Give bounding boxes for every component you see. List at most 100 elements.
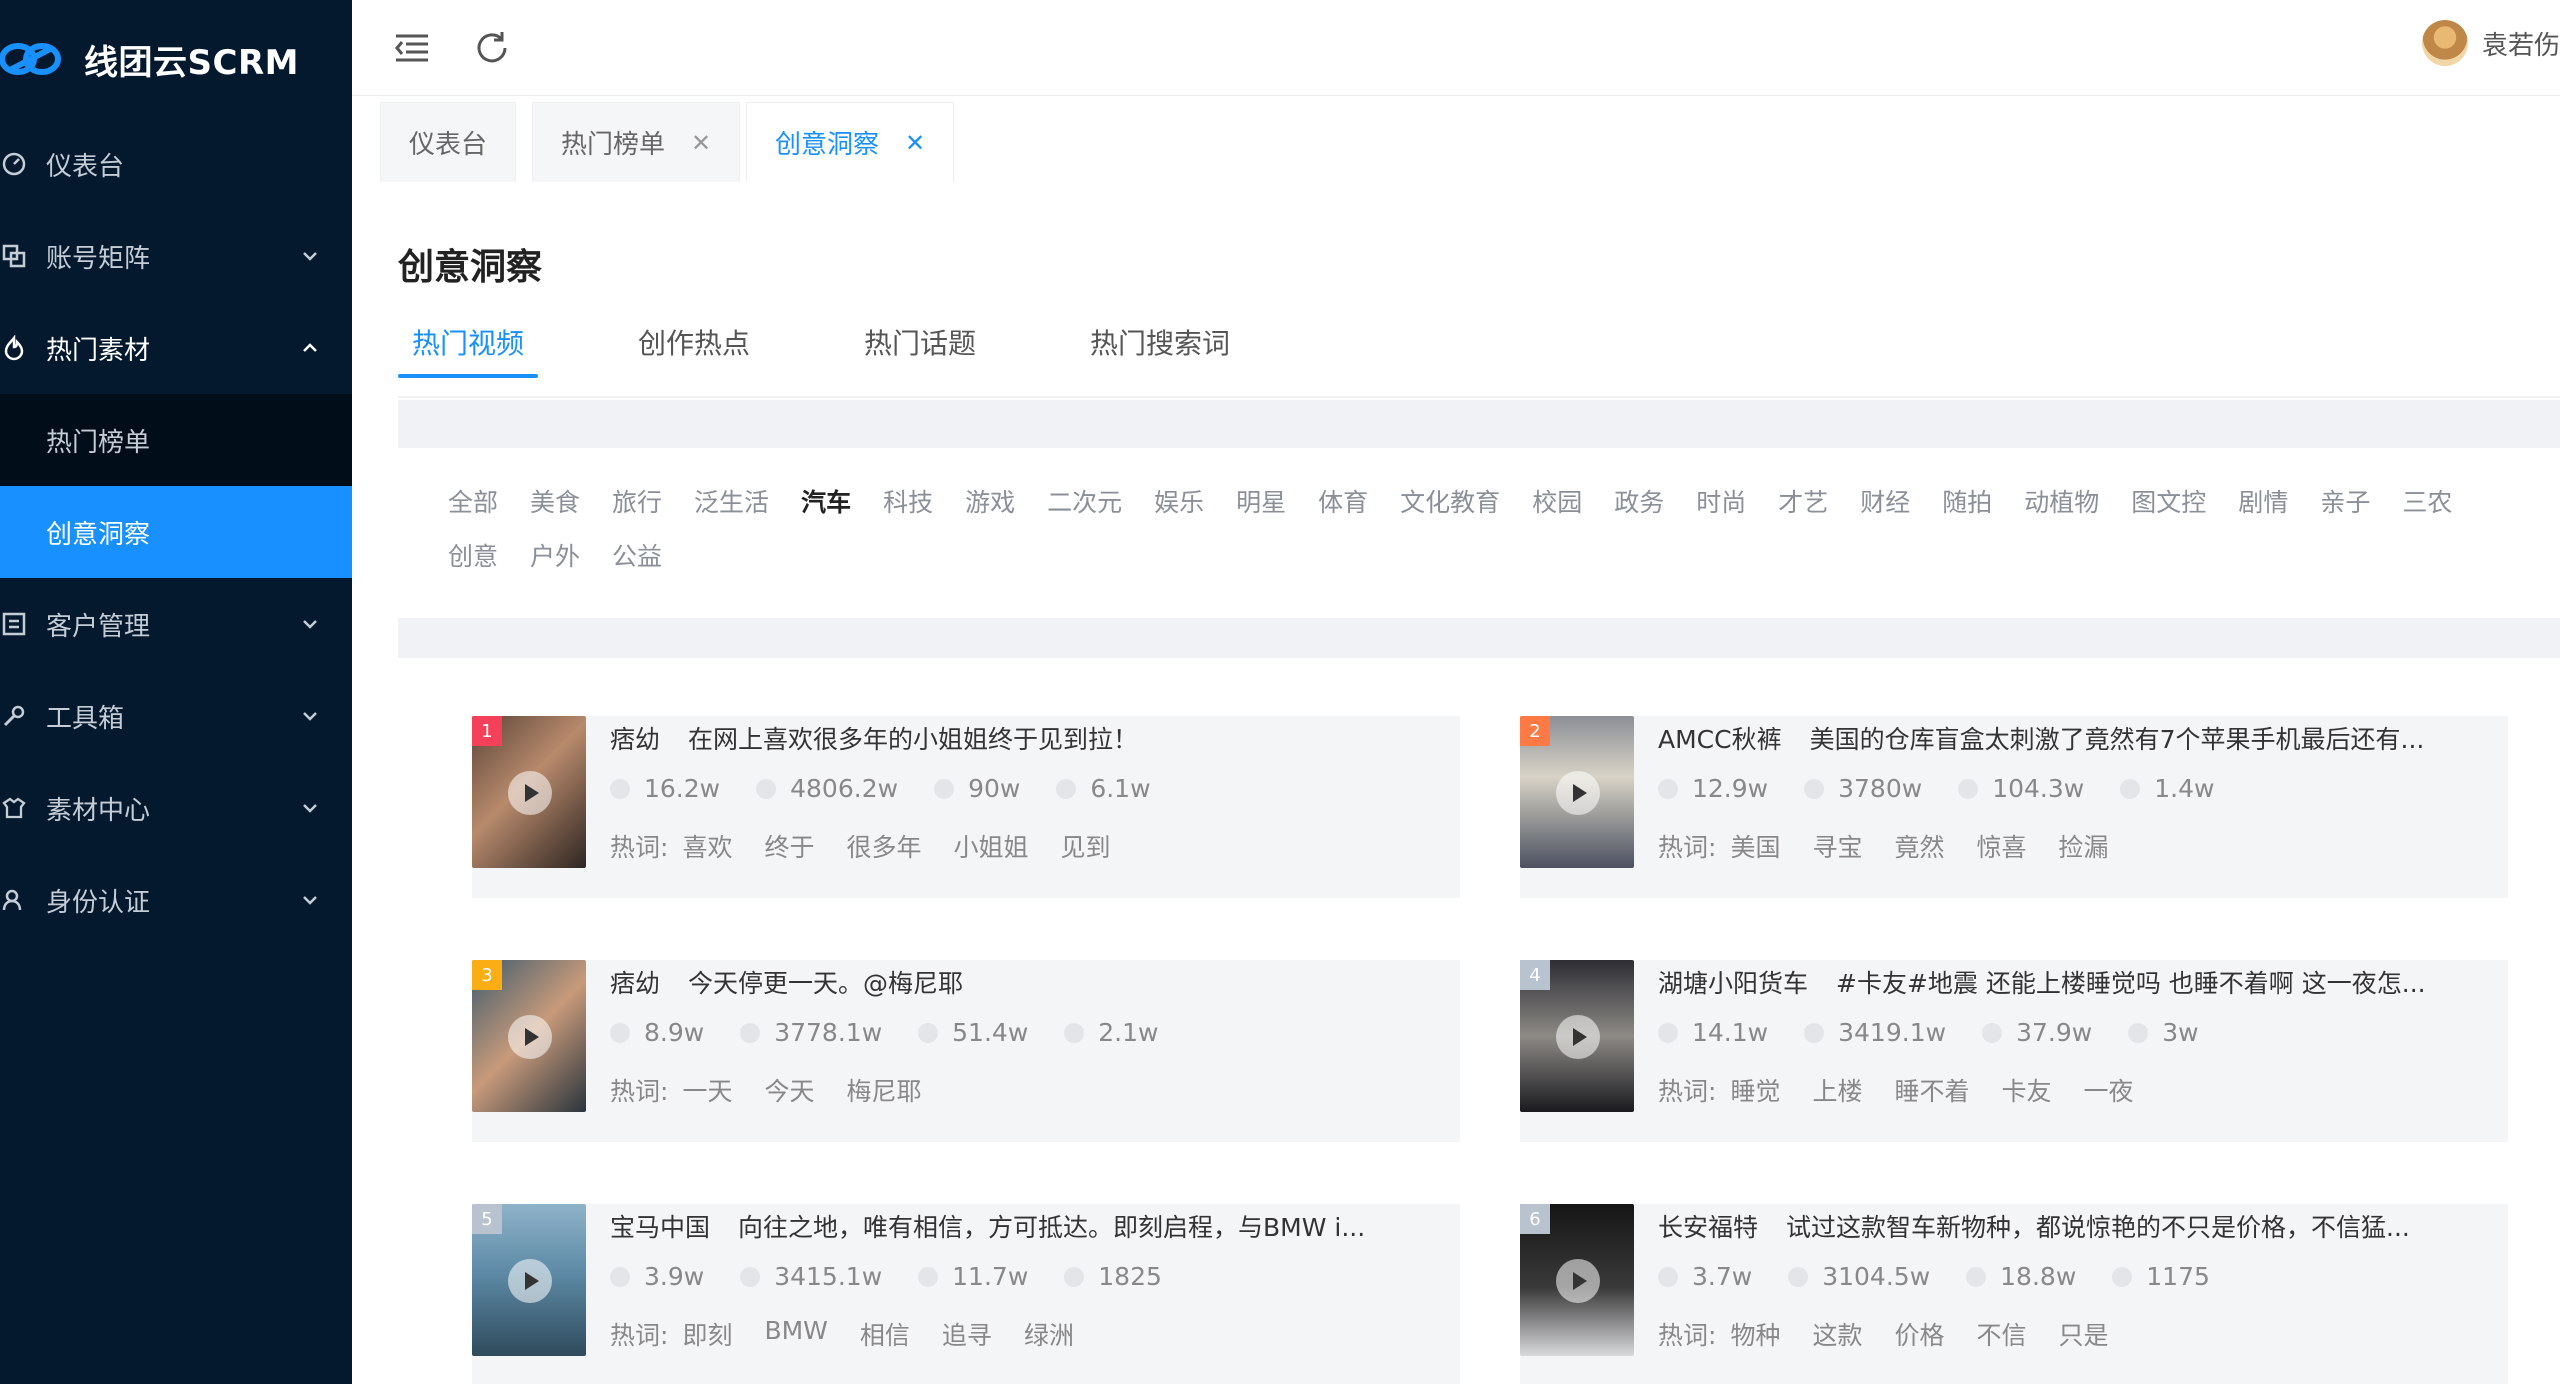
play-icon[interactable] bbox=[508, 1259, 552, 1303]
video-thumbnail[interactable]: 2 bbox=[1520, 716, 1634, 868]
keyword-tag[interactable]: 小姐姐 bbox=[953, 828, 1028, 864]
keyword-tag[interactable]: 追寻 bbox=[942, 1316, 992, 1352]
keyword-tag[interactable]: 卡友 bbox=[2001, 1072, 2051, 1108]
video-thumbnail[interactable]: 1 bbox=[472, 716, 586, 868]
category-option[interactable]: 娱乐 bbox=[1154, 476, 1204, 530]
category-option[interactable]: 汽车 bbox=[801, 476, 851, 530]
category-option[interactable]: 随拍 bbox=[1942, 476, 1992, 530]
category-option[interactable]: 文化教育 bbox=[1400, 476, 1500, 530]
video-title[interactable]: 痞幼 在网上喜欢很多年的小姐姐终于见到拉！ bbox=[610, 720, 1440, 756]
category-option[interactable]: 图文控 bbox=[2131, 476, 2206, 530]
keyword-tag[interactable]: 今天 bbox=[764, 1072, 814, 1108]
video-title[interactable]: AMCC秋裤 美国的仓库盲盒太刺激了竟然有7个苹果手机最后还有... bbox=[1658, 720, 2488, 756]
category-option[interactable]: 三农 bbox=[2402, 476, 2452, 530]
keyword-tag[interactable]: 不信 bbox=[1976, 1316, 2026, 1352]
category-option[interactable]: 财经 bbox=[1860, 476, 1910, 530]
sidebar-subitem-hot-list[interactable]: 热门榜单 bbox=[0, 394, 352, 486]
keyword-tag[interactable]: 睡觉 bbox=[1730, 1072, 1780, 1108]
keyword-tag[interactable]: 竟然 bbox=[1894, 828, 1944, 864]
keyword-tag[interactable]: 绿洲 bbox=[1024, 1316, 1074, 1352]
video-title[interactable]: 痞幼 今天停更一天。@梅尼耶 bbox=[610, 964, 1440, 1000]
category-option[interactable]: 明星 bbox=[1236, 476, 1286, 530]
category-option[interactable]: 才艺 bbox=[1778, 476, 1828, 530]
refresh-icon[interactable] bbox=[468, 24, 516, 72]
keyword-tag[interactable]: 终于 bbox=[764, 828, 814, 864]
sidebar-item-customer[interactable]: 客户管理 bbox=[0, 578, 352, 670]
keyword-tag[interactable]: 美国 bbox=[1730, 828, 1780, 864]
sidebar-subitem-creative-insight[interactable]: 创意洞察 bbox=[0, 486, 352, 578]
sidebar-item-material-center[interactable]: 素材中心 bbox=[0, 762, 352, 854]
keyword-tag[interactable]: 只是 bbox=[2059, 1316, 2109, 1352]
user-menu[interactable]: 袁若伤 bbox=[2421, 20, 2560, 66]
keyword-tag[interactable]: 见到 bbox=[1061, 828, 1111, 864]
collapse-menu-icon[interactable] bbox=[388, 24, 436, 72]
video-thumbnail[interactable]: 6 bbox=[1520, 1204, 1634, 1356]
video-item[interactable]: 5 宝马中国 向往之地，唯有相信，方可抵达。即刻启程，与BMW i... 3.9w 34… bbox=[472, 1204, 1460, 1384]
video-title[interactable]: 宝马中国 向往之地，唯有相信，方可抵达。即刻启程，与BMW i... bbox=[610, 1208, 1440, 1244]
keyword-tag[interactable]: 捡漏 bbox=[2059, 828, 2109, 864]
keyword-tag[interactable]: 喜欢 bbox=[682, 828, 732, 864]
play-icon[interactable] bbox=[1556, 1259, 1600, 1303]
category-option[interactable]: 动植物 bbox=[2024, 476, 2099, 530]
category-option[interactable]: 美食 bbox=[530, 476, 580, 530]
keyword-tag[interactable]: 很多年 bbox=[846, 828, 921, 864]
video-title[interactable]: 长安福特 试过这款智车新物种，都说惊艳的不只是价格，不信猛... bbox=[1658, 1208, 2488, 1244]
keyword-tag[interactable]: 惊喜 bbox=[1976, 828, 2026, 864]
keyword-tag[interactable]: 一天 bbox=[682, 1072, 732, 1108]
keyword-tag[interactable]: 相信 bbox=[860, 1316, 910, 1352]
video-thumbnail[interactable]: 5 bbox=[472, 1204, 586, 1356]
category-option[interactable]: 时尚 bbox=[1696, 476, 1746, 530]
close-icon[interactable]: ✕ bbox=[905, 129, 925, 157]
subtab-hot-search-terms[interactable]: 热门搜索词 bbox=[1076, 322, 1244, 378]
app-logo[interactable]: 线团云SCRM bbox=[0, 0, 352, 118]
category-option[interactable]: 校园 bbox=[1532, 476, 1582, 530]
tab-hot-list[interactable]: 热门榜单 ✕ bbox=[532, 102, 741, 182]
play-icon[interactable] bbox=[508, 771, 552, 815]
sidebar-item-identity[interactable]: 身份认证 bbox=[0, 854, 352, 946]
category-option[interactable]: 旅行 bbox=[612, 476, 662, 530]
tab-dashboard[interactable]: 仪表台 bbox=[380, 102, 517, 182]
category-option[interactable]: 户外 bbox=[530, 530, 580, 584]
keyword-tag[interactable]: 这款 bbox=[1812, 1316, 1862, 1352]
video-item[interactable]: 1 痞幼 在网上喜欢很多年的小姐姐终于见到拉！ 16.2w 4806.2w 90w 6.1w… bbox=[472, 716, 1460, 898]
category-option[interactable]: 科技 bbox=[883, 476, 933, 530]
category-option[interactable]: 全部 bbox=[448, 476, 498, 530]
sidebar-item-hot-material[interactable]: 热门素材 bbox=[0, 302, 352, 394]
keyword-tag[interactable]: 梅尼耶 bbox=[846, 1072, 921, 1108]
video-title[interactable]: 湖塘小阳货车 #卡友#地震 还能上楼睡觉吗 也睡不着啊 这一夜怎... bbox=[1658, 964, 2488, 1000]
tab-creative-insight[interactable]: 创意洞察 ✕ bbox=[746, 102, 955, 182]
play-icon[interactable] bbox=[508, 1015, 552, 1059]
keyword-tag[interactable]: 寻宝 bbox=[1812, 828, 1862, 864]
category-option[interactable]: 游戏 bbox=[965, 476, 1015, 530]
category-option[interactable]: 剧情 bbox=[2238, 476, 2288, 530]
video-item[interactable]: 2 AMCC秋裤 美国的仓库盲盒太刺激了竟然有7个苹果手机最后还有... 12.9w 3… bbox=[1520, 716, 2508, 898]
subtab-hot-topics[interactable]: 热门话题 bbox=[850, 322, 990, 378]
keyword-tag[interactable]: 一夜 bbox=[2084, 1072, 2134, 1108]
keyword-tag[interactable]: 价格 bbox=[1894, 1316, 1944, 1352]
play-icon[interactable] bbox=[1556, 771, 1600, 815]
category-option[interactable]: 体育 bbox=[1318, 476, 1368, 530]
category-option[interactable]: 创意 bbox=[448, 530, 498, 584]
video-item[interactable]: 6 长安福特 试过这款智车新物种，都说惊艳的不只是价格，不信猛... 3.7w 3104… bbox=[1520, 1204, 2508, 1384]
category-option[interactable]: 二次元 bbox=[1047, 476, 1122, 530]
category-option[interactable]: 政务 bbox=[1614, 476, 1664, 530]
video-item[interactable]: 3 痞幼 今天停更一天。@梅尼耶 8.9w 3778.1w 51.4w 2.1w 热词: 一天今… bbox=[472, 960, 1460, 1142]
category-option[interactable]: 泛生活 bbox=[694, 476, 769, 530]
category-option[interactable]: 亲子 bbox=[2320, 476, 2370, 530]
close-icon[interactable]: ✕ bbox=[691, 129, 711, 157]
video-thumbnail[interactable]: 4 bbox=[1520, 960, 1634, 1112]
keyword-tag[interactable]: BMW bbox=[764, 1316, 827, 1352]
keyword-tag[interactable]: 上楼 bbox=[1812, 1072, 1862, 1108]
category-option[interactable]: 公益 bbox=[612, 530, 662, 584]
sidebar-item-accounts[interactable]: 账号矩阵 bbox=[0, 210, 352, 302]
keyword-tag[interactable]: 物种 bbox=[1730, 1316, 1780, 1352]
keyword-tag[interactable]: 睡不着 bbox=[1894, 1072, 1969, 1108]
play-icon[interactable] bbox=[1556, 1015, 1600, 1059]
sidebar-item-dashboard[interactable]: 仪表台 bbox=[0, 118, 352, 210]
sidebar-item-toolbox[interactable]: 工具箱 bbox=[0, 670, 352, 762]
keyword-tag[interactable]: 即刻 bbox=[682, 1316, 732, 1352]
video-item[interactable]: 4 湖塘小阳货车 #卡友#地震 还能上楼睡觉吗 也睡不着啊 这一夜怎... 14.1w… bbox=[1520, 960, 2508, 1142]
subtab-hot-videos[interactable]: 热门视频 bbox=[398, 322, 539, 378]
video-thumbnail[interactable]: 3 bbox=[472, 960, 586, 1112]
subtab-creation-hotspots[interactable]: 创作热点 bbox=[624, 322, 764, 378]
